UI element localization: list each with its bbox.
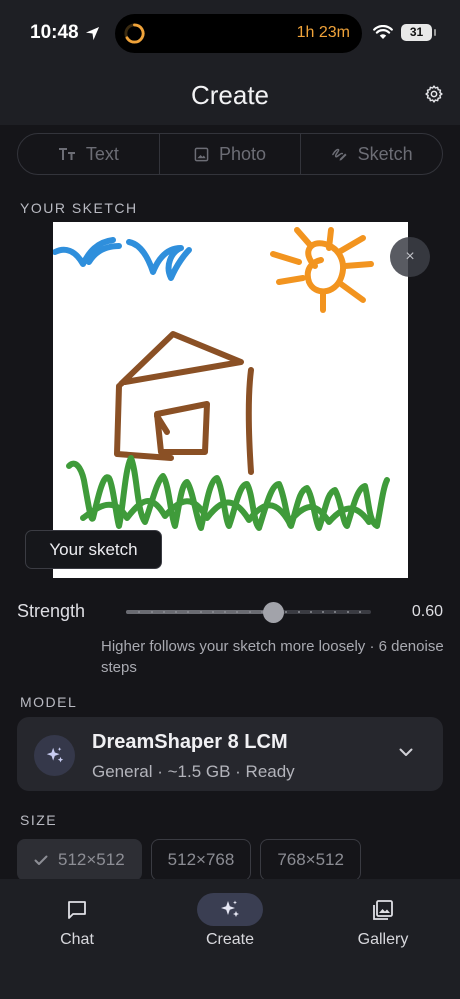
clear-sketch-button[interactable]: ×: [390, 237, 430, 277]
size-chip-768x512[interactable]: 768×512: [260, 839, 361, 881]
sketch-canvas[interactable]: [53, 222, 408, 578]
sketch-birds-drawing: [53, 237, 192, 281]
model-selector[interactable]: DreamShaper 8 LCM General · ~1.5 GB · Re…: [17, 717, 443, 791]
sketch-section-label: YOUR SKETCH: [20, 200, 138, 216]
slider-tick: [248, 611, 251, 613]
location-arrow-icon: [85, 26, 99, 40]
close-icon: ×: [405, 248, 415, 265]
model-avatar: [34, 735, 75, 776]
tab-photo[interactable]: Photo: [158, 134, 301, 174]
strength-label: Strength: [17, 601, 86, 621]
gallery-icon: [373, 899, 393, 920]
size-options: 512×512 512×768 768×512: [17, 839, 361, 881]
slider-tick: [175, 611, 177, 613]
tab-text-label: Text: [85, 143, 119, 164]
battery-indicator: 31: [401, 24, 436, 41]
sketch-tooltip: Your sketch: [25, 530, 162, 569]
model-meta: General · ~1.5 GB · Ready: [92, 762, 295, 781]
model-section-label: MODEL: [20, 694, 78, 710]
island-timer: 1h 23m: [296, 24, 350, 41]
slider-tick: [224, 611, 226, 613]
sparkles-icon: [221, 900, 239, 917]
bottom-navigation: Chat Create Gallery: [0, 879, 460, 999]
slider-tick: [334, 611, 337, 613]
chevron-down-icon: [399, 748, 413, 756]
strength-value: 0.60: [411, 603, 443, 620]
check-icon: [34, 855, 48, 865]
tab-sketch-label: Sketch: [357, 143, 413, 164]
slider-tick: [236, 611, 239, 613]
chat-icon: [68, 900, 86, 919]
nav-gallery-icon-wrap: [350, 893, 416, 926]
slider-tick: [150, 611, 153, 613]
slider-tick: [309, 611, 312, 613]
size-section-label: SIZE: [20, 812, 58, 828]
slider-tick: [187, 611, 190, 613]
sketch-sun-drawing: [270, 227, 374, 313]
slider-tick: [162, 611, 165, 613]
gear-icon[interactable]: [424, 84, 444, 104]
model-name: DreamShaper 8 LCM: [92, 731, 288, 753]
nav-chat[interactable]: Chat: [27, 893, 127, 949]
sketch-icon: [331, 148, 347, 161]
nav-chat-label: Chat: [60, 931, 94, 948]
wifi-icon: [373, 25, 393, 39]
slider-tick: [285, 611, 288, 613]
size-chip-label: 512×512: [58, 850, 125, 869]
sketch-house-drawing: [114, 331, 254, 475]
tab-text[interactable]: Text: [18, 134, 159, 174]
tab-sketch[interactable]: Sketch: [300, 134, 442, 174]
nav-create-label: Create: [205, 931, 255, 948]
nav-gallery-label: Gallery: [357, 931, 409, 948]
nav-create[interactable]: Create: [180, 893, 280, 949]
status-time: 10:48: [30, 22, 79, 43]
mode-segmented-control: Text Photo Sketch: [17, 133, 443, 175]
size-chip-label: 512×768: [167, 850, 235, 869]
strength-hint: Higher follows your sketch more loosely …: [101, 638, 444, 676]
page-title: Create: [190, 80, 270, 110]
slider-tick: [346, 611, 349, 613]
text-icon: [58, 148, 75, 160]
dynamic-island: 1h 23m: [115, 14, 362, 53]
slider-tick: [322, 611, 324, 613]
slider-tick: [297, 611, 300, 613]
strength-slider[interactable]: [126, 602, 371, 623]
slider-ticks: [126, 611, 371, 613]
sketch-grass-drawing: [66, 455, 390, 531]
sparkles-icon: [46, 746, 63, 762]
nav-chat-icon-wrap: [44, 893, 110, 926]
nav-create-icon-wrap: [197, 893, 263, 926]
size-chip-512x512[interactable]: 512×512: [17, 839, 142, 881]
tab-photo-label: Photo: [218, 143, 267, 164]
slider-tick: [211, 611, 214, 613]
slider-tick: [199, 611, 202, 613]
photo-icon: [194, 147, 209, 161]
size-chip-512x768[interactable]: 512×768: [150, 839, 252, 881]
slider-thumb[interactable]: [263, 602, 284, 623]
timer-ring-icon: [124, 23, 145, 44]
status-icons: 31: [373, 24, 436, 41]
app-header: Create: [0, 68, 460, 125]
status-time-group: 10:48: [30, 22, 100, 44]
nav-gallery[interactable]: Gallery: [333, 893, 433, 949]
size-chip-label: 768×512: [277, 850, 344, 869]
status-bar: 10:48 1h 23m 31: [0, 0, 460, 68]
slider-tick: [138, 611, 141, 613]
slider-tick: [358, 611, 361, 613]
